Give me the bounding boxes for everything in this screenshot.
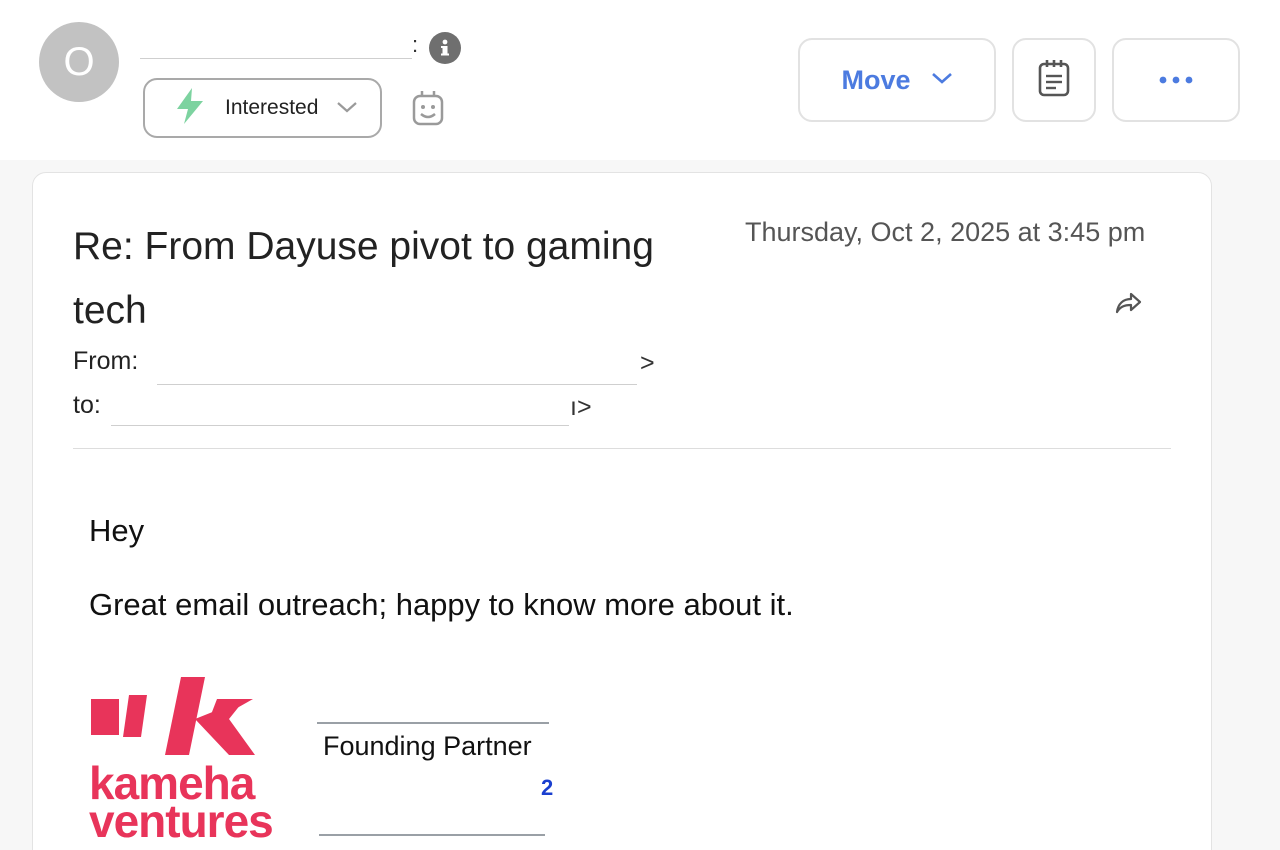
lightning-icon xyxy=(173,87,207,130)
email-subject: Re: From Dayuse pivot to gaming tech xyxy=(73,225,654,332)
chevron-down-icon xyxy=(336,100,358,119)
email-body: Great email outreach; happy to know more… xyxy=(89,587,794,622)
recipient-redacted xyxy=(111,425,569,426)
thread-header: O : Interested Move xyxy=(0,0,1280,160)
kameha-logo-mark xyxy=(91,677,255,755)
kameha-ventures-logo: kameha ventures xyxy=(89,673,294,847)
chevron-down-icon xyxy=(931,71,953,90)
notepad-icon xyxy=(1038,59,1070,102)
signature-contact-redacted xyxy=(319,834,545,836)
sender-trailing: > xyxy=(640,349,655,377)
email-date: Thursday, Oct 2, 2025 at 3:45 pm xyxy=(745,217,1146,247)
header-divider xyxy=(73,448,1171,449)
contact-separator: : xyxy=(412,32,419,57)
more-horizontal-icon xyxy=(1159,71,1193,89)
logo-word-ventures: ventures xyxy=(89,795,274,847)
info-icon[interactable] xyxy=(429,32,461,64)
contact-avatar[interactable]: O xyxy=(39,22,119,102)
to-label: to: xyxy=(73,391,101,419)
notes-button[interactable] xyxy=(1012,38,1096,122)
more-options-button[interactable] xyxy=(1112,38,1240,122)
avatar-initial: O xyxy=(63,39,95,84)
signature-name-redacted xyxy=(317,722,549,724)
contact-name-redacted xyxy=(140,35,412,59)
email-card: Re: From Dayuse pivot to gaming tech Thu… xyxy=(32,172,1212,850)
signature-link[interactable]: 2 xyxy=(541,775,553,801)
email-greeting: Hey xyxy=(89,513,145,548)
sender-redacted xyxy=(157,384,637,385)
ai-assistant-icon[interactable] xyxy=(410,90,446,133)
recipient-trailing: ı> xyxy=(570,393,592,421)
lead-status-label: Interested xyxy=(225,96,319,119)
from-label: From: xyxy=(73,347,139,375)
move-button-label: Move xyxy=(841,64,911,95)
forward-icon[interactable] xyxy=(1115,291,1143,320)
move-button[interactable]: Move xyxy=(798,38,996,122)
lead-status-dropdown[interactable]: Interested xyxy=(143,78,382,138)
signature-title: Founding Partner xyxy=(323,731,532,761)
